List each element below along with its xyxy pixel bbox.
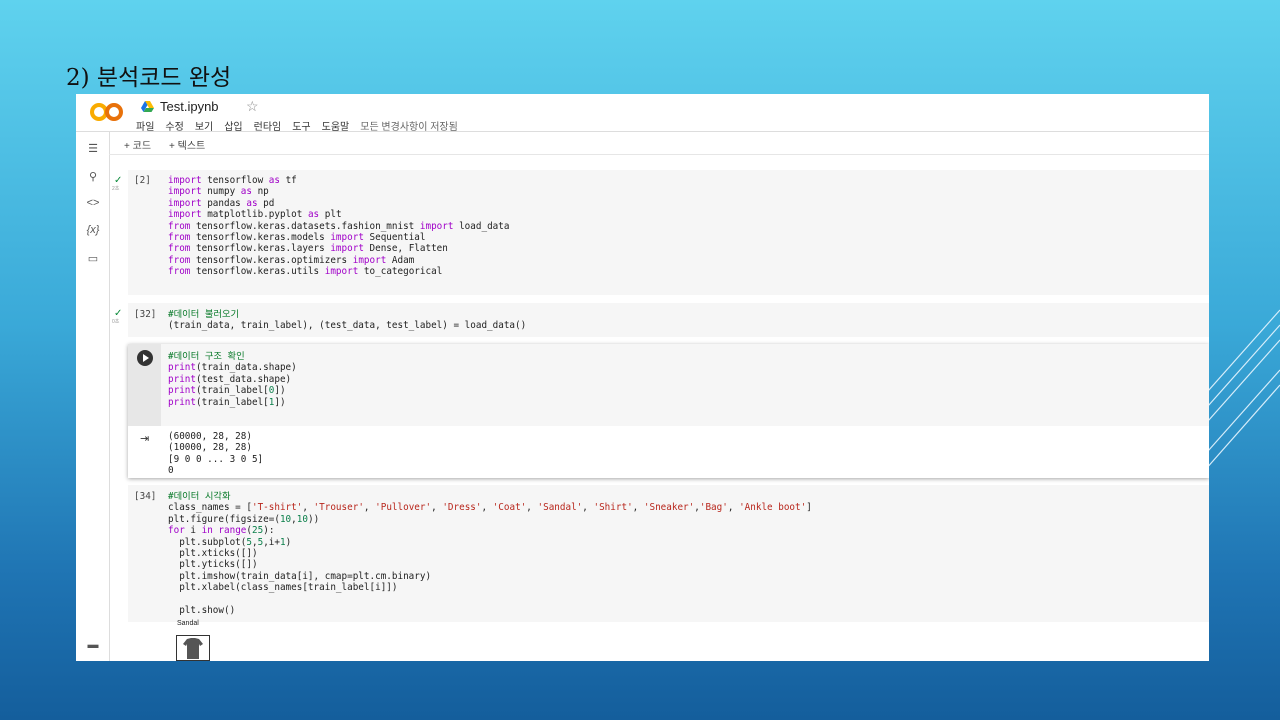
code-line: for i in range(25): [168, 525, 275, 537]
code-line: (train_data, train_label), (test_data, t… [168, 320, 527, 332]
star-icon[interactable]: ☆ [246, 98, 259, 115]
code-line: import pandas as pd [168, 197, 275, 209]
filename-text: Test.ipynb [160, 99, 219, 114]
code-editor-4[interactable]: #데이터 시각화 class_names = ['T-shirt', 'Trou… [168, 491, 812, 616]
colab-logo [90, 103, 123, 121]
code-line: import tensorflow as tf [168, 175, 297, 186]
cell-output: (60000, 28, 28) (10000, 28, 28) [9 0 0 .… [168, 431, 263, 477]
cell-editor-bg [161, 344, 1209, 426]
cell-toolbar: + 코드 + 텍스트 [124, 137, 205, 152]
code-line: class_names = ['T-shirt', 'Trouser', 'Pu… [168, 502, 812, 514]
code-line: print(train_label[1]) [168, 396, 286, 408]
run-cell-button[interactable] [137, 350, 153, 366]
cell-gutter [128, 344, 161, 426]
code-editor-2[interactable]: #데이터 불러오기 (train_data, train_label), (te… [168, 309, 526, 332]
code-line: from tensorflow.keras.datasets.fashion_m… [168, 220, 510, 232]
files-icon[interactable]: ▭ [84, 252, 102, 265]
toolbar-divider [109, 154, 1209, 155]
code-line: plt.yticks([]) [168, 559, 258, 571]
code-line: print(train_label[0]) [168, 385, 286, 397]
exec-count: [32] [134, 309, 157, 320]
variables-icon[interactable]: {x} [84, 224, 102, 236]
colab-window: Test.ipynb ☆ 파일 수정 보기 삽입 런타임 도구 도움말 모든 변… [76, 94, 1209, 661]
code-line: from tensorflow.keras.models import Sequ… [168, 232, 426, 244]
code-editor-3[interactable]: #데이터 구조 확인 print(train_data.shape) print… [168, 351, 297, 408]
code-line: plt.subplot(5,5,i+1) [168, 536, 292, 548]
output-icon[interactable]: ⇥ [140, 432, 149, 445]
header-divider [76, 131, 1209, 132]
slide-title: 2) 분석코드 완성 [66, 65, 232, 91]
exec-count: [2] [134, 175, 151, 186]
code-line: print(test_data.shape) [168, 373, 292, 385]
code-line: plt.xticks([]) [168, 548, 258, 560]
run-time: 0초 [112, 319, 120, 325]
code-editor-1[interactable]: import tensorflow as tf import numpy as … [168, 175, 509, 278]
code-comment: #데이터 시각화 [168, 491, 231, 502]
figure-xlabel: Sandal [177, 620, 199, 627]
output-line: (10000, 28, 28) [168, 442, 252, 454]
run-time: 2초 [112, 186, 120, 192]
notebook-filename[interactable]: Test.ipynb [141, 99, 219, 114]
output-line: (60000, 28, 28) [168, 431, 252, 442]
google-drive-icon [141, 101, 154, 112]
figure-thumbnail [176, 635, 210, 661]
toc-icon[interactable]: ☰ [84, 142, 102, 155]
code-snippets-icon[interactable]: <> [84, 197, 102, 209]
output-line: 0 [168, 465, 174, 477]
add-code-button[interactable]: + 코드 [124, 137, 151, 152]
search-icon[interactable]: ⚲ [84, 170, 102, 183]
left-sidebar: ☰ ⚲ <> {x} ▭ ▬ [76, 132, 110, 661]
code-line: print(train_data.shape) [168, 362, 297, 374]
code-line: plt.xlabel(class_names[train_label[i]]) [168, 582, 398, 594]
shirt-image [183, 638, 203, 659]
code-line: from tensorflow.keras.utils import to_ca… [168, 266, 443, 278]
code-line: import matplotlib.pyplot as plt [168, 209, 342, 221]
code-line: plt.show() [168, 605, 236, 617]
decorative-lines [1200, 309, 1280, 470]
exec-count: [34] [134, 491, 157, 502]
code-line: from tensorflow.keras.layers import Dens… [168, 243, 448, 255]
code-line: plt.figure(figsize=(10,10)) [168, 513, 320, 525]
terminal-icon[interactable]: ▬ [84, 639, 102, 651]
add-text-button[interactable]: + 텍스트 [169, 137, 205, 152]
code-line: plt.imshow(train_data[i], cmap=plt.cm.bi… [168, 570, 432, 582]
code-line: import numpy as np [168, 186, 269, 198]
output-line: [9 0 0 ... 3 0 5] [168, 453, 264, 465]
code-comment: #데이터 구조 확인 [168, 351, 245, 362]
code-comment: #데이터 불러오기 [168, 309, 240, 320]
code-line: from tensorflow.keras.optimizers import … [168, 254, 415, 266]
